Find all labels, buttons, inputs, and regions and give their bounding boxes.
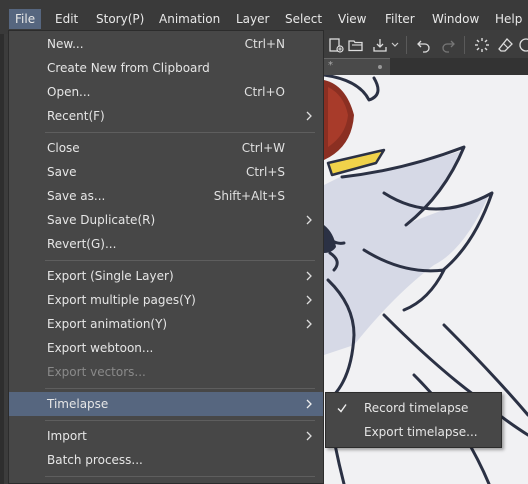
menu-item-save-as[interactable]: Save as... Shift+Alt+S xyxy=(9,184,323,208)
menu-item-close[interactable]: Close Ctrl+W xyxy=(9,136,323,160)
toolbar-divider xyxy=(406,36,407,54)
menu-item-label: Save Duplicate(R) xyxy=(47,213,156,227)
menu-item-label: Recent(F) xyxy=(47,109,105,123)
menu-item-batch-process[interactable]: Batch process... xyxy=(9,448,323,472)
left-panel-edge xyxy=(0,34,4,484)
tab-strip xyxy=(390,58,528,75)
menu-item-export-animation[interactable]: Export animation(Y) xyxy=(9,312,323,336)
menu-item-label: Export vectors... xyxy=(47,365,146,379)
checkmark-icon xyxy=(337,404,347,413)
menu-separator xyxy=(45,476,315,477)
menu-file[interactable]: File xyxy=(9,9,42,29)
submenu-item-record-timelapse[interactable]: Record timelapse xyxy=(326,396,501,420)
menu-item-label: New... xyxy=(47,37,84,51)
menu-item-label: Export webtoon... xyxy=(47,341,154,355)
menu-item-save-duplicate[interactable]: Save Duplicate(R) xyxy=(9,208,323,232)
undo-icon[interactable] xyxy=(416,37,432,53)
menu-item-export-single-layer[interactable]: Export (Single Layer) xyxy=(9,264,323,288)
menu-window[interactable]: Window xyxy=(426,9,485,29)
menu-filter[interactable]: Filter xyxy=(379,9,421,29)
menu-separator xyxy=(45,420,315,421)
menu-separator xyxy=(45,388,315,389)
menu-select[interactable]: Select xyxy=(279,9,328,29)
clear-icon[interactable] xyxy=(518,37,528,53)
document-tab[interactable]: * xyxy=(324,58,390,75)
export-icon[interactable] xyxy=(372,37,388,53)
submenu-item-label: Export timelapse... xyxy=(364,425,478,439)
menu-item-open[interactable]: Open... Ctrl+O xyxy=(9,80,323,104)
menu-separator xyxy=(45,260,315,261)
eraser-icon[interactable] xyxy=(498,37,514,53)
menu-item-label: Open... xyxy=(47,85,91,99)
submenu-arrow-icon xyxy=(306,319,312,329)
menu-item-new[interactable]: New... Ctrl+N xyxy=(9,32,323,56)
menu-edit[interactable]: Edit xyxy=(49,9,84,29)
menu-item-label: Timelapse xyxy=(47,397,109,411)
menu-animation[interactable]: Animation xyxy=(153,9,226,29)
menu-item-label: Close xyxy=(47,141,80,155)
menu-item-recent[interactable]: Recent(F) xyxy=(9,104,323,128)
menu-separator xyxy=(45,132,315,133)
tab-close-icon[interactable] xyxy=(378,65,382,69)
chevron-down-icon[interactable] xyxy=(390,37,400,53)
menu-item-label: Revert(G)... xyxy=(47,237,117,251)
file-menu: New... Ctrl+N Create New from Clipboard … xyxy=(8,30,324,484)
new-page-icon[interactable] xyxy=(328,37,344,53)
command-bar xyxy=(324,30,528,60)
submenu-arrow-icon xyxy=(306,295,312,305)
menu-help[interactable]: Help xyxy=(489,9,528,29)
menu-item-timelapse[interactable]: Timelapse xyxy=(9,392,323,416)
toolbar-divider xyxy=(464,36,465,54)
menu-item-shortcut: Shift+Alt+S xyxy=(213,189,285,203)
document-tab-title: * xyxy=(328,60,333,71)
menu-item-shortcut: Ctrl+S xyxy=(245,165,285,179)
menu-item-label: Import xyxy=(47,429,87,443)
loading-spinner-icon[interactable] xyxy=(474,37,490,53)
submenu-arrow-icon xyxy=(306,399,312,409)
menu-item-save[interactable]: Save Ctrl+S xyxy=(9,160,323,184)
menu-item-label: Export animation(Y) xyxy=(47,317,168,331)
menu-item-label: Export (Single Layer) xyxy=(47,269,174,283)
submenu-item-export-timelapse[interactable]: Export timelapse... xyxy=(326,420,501,444)
submenu-arrow-icon xyxy=(306,111,312,121)
menu-item-export-vectors: Export vectors... xyxy=(9,360,323,384)
menu-item-label: Save xyxy=(47,165,77,179)
submenu-arrow-icon xyxy=(306,215,312,225)
submenu-arrow-icon xyxy=(306,431,312,441)
menu-item-export-webtoon[interactable]: Export webtoon... xyxy=(9,336,323,360)
menu-item-shortcut: Ctrl+W xyxy=(241,141,285,155)
menu-item-create-from-clipboard[interactable]: Create New from Clipboard xyxy=(9,56,323,80)
menu-item-label: Save as... xyxy=(47,189,106,203)
redo-icon[interactable] xyxy=(440,37,456,53)
menu-item-shortcut: Ctrl+O xyxy=(244,85,285,99)
submenu-arrow-icon xyxy=(306,271,312,281)
menu-view[interactable]: View xyxy=(332,9,372,29)
menu-story[interactable]: Story(P) xyxy=(90,9,150,29)
menu-item-label: Export multiple pages(Y) xyxy=(47,293,196,307)
submenu-item-label: Record timelapse xyxy=(364,401,469,415)
menu-bar: File Edit Story(P) Animation Layer Selec… xyxy=(0,0,528,34)
menu-item-revert[interactable]: Revert(G)... xyxy=(9,232,323,256)
menu-layer[interactable]: Layer xyxy=(230,9,275,29)
menu-item-export-multiple-pages[interactable]: Export multiple pages(Y) xyxy=(9,288,323,312)
menu-item-label: Create New from Clipboard xyxy=(47,61,210,75)
menu-item-import[interactable]: Import xyxy=(9,424,323,448)
menu-item-label: Batch process... xyxy=(47,453,143,467)
menu-item-shortcut: Ctrl+N xyxy=(244,37,285,51)
open-folder-icon[interactable] xyxy=(348,37,364,53)
timelapse-submenu: Record timelapse Export timelapse... xyxy=(325,392,502,448)
